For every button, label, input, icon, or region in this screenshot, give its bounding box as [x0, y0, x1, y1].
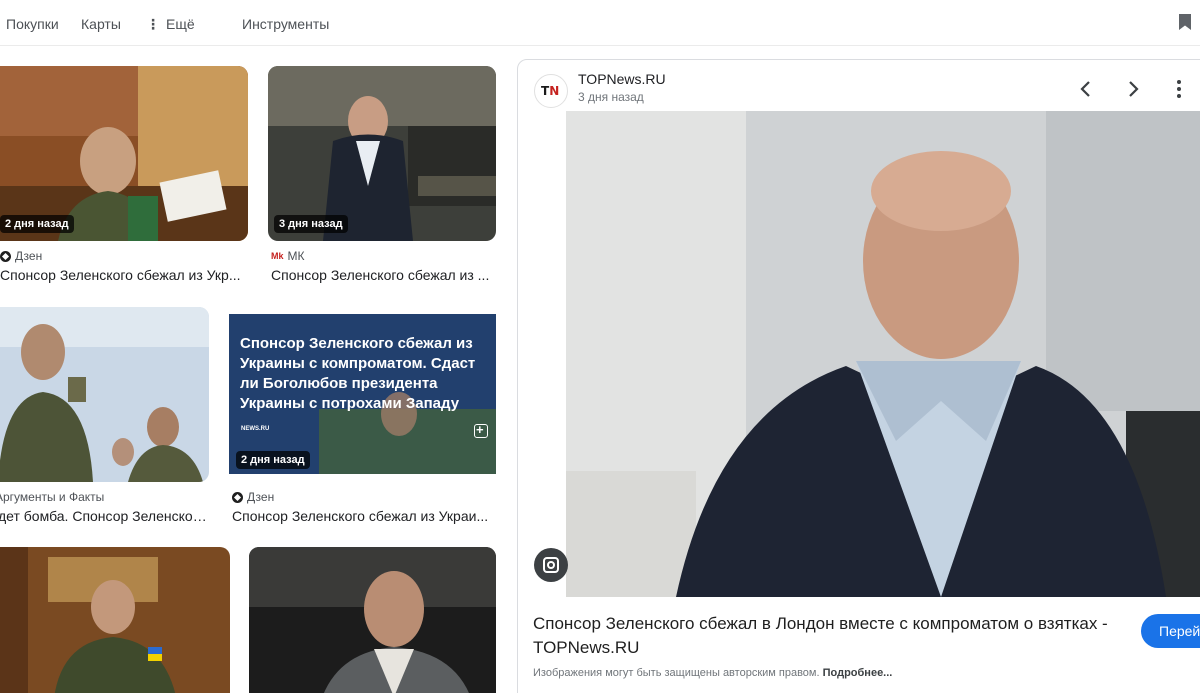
age-badge: 2 дня назад — [0, 215, 74, 233]
source-logo[interactable]: TN — [534, 74, 568, 108]
nav-more[interactable]: ⋮ Ещё — [146, 16, 195, 33]
source-row: Аргументы и Факты — [0, 490, 104, 504]
preview-panel: TN TOPNews.RU 3 дня назад Спонсор Зеленс… — [517, 59, 1200, 693]
source-name: МК — [287, 249, 305, 263]
result-title[interactable]: дет бомба. Спонсор Зеленского... — [0, 508, 208, 524]
nav-tools[interactable]: Инструменты — [242, 16, 329, 32]
panel-date: 3 дня назад — [578, 90, 644, 104]
nav-shopping[interactable]: Покупки — [6, 16, 59, 32]
source-name: Дзен — [247, 490, 275, 504]
mk-icon: Mk — [271, 251, 284, 261]
top-nav: Покупки Карты ⋮ Ещё Инструменты — [0, 0, 1200, 46]
result-thumbnail[interactable] — [0, 547, 230, 693]
result-title[interactable]: Спонсор Зеленского сбежал из ... — [271, 267, 496, 283]
nav-more-label: Ещё — [166, 16, 195, 32]
next-button[interactable] — [1118, 74, 1148, 104]
copyright-note: Изображения могут быть защищены авторски… — [533, 667, 892, 679]
preview-image[interactable] — [566, 111, 1200, 597]
age-badge: 3 дня назад — [274, 215, 348, 233]
more-options-button[interactable] — [1164, 74, 1194, 104]
result-title[interactable]: Спонсор Зеленского сбежал из Украи... — [232, 508, 494, 524]
nav-maps[interactable]: Карты — [81, 16, 121, 32]
visit-button[interactable]: Перей — [1141, 614, 1200, 648]
source-row: Mk МК — [271, 249, 305, 263]
dzen-icon — [232, 491, 243, 503]
prev-button[interactable] — [1071, 74, 1101, 104]
logo-n: N — [549, 84, 560, 98]
result-title[interactable]: Спонсор Зеленского сбежал из Укр... — [0, 267, 245, 283]
result-thumbnail[interactable] — [249, 547, 496, 693]
source-name: Дзен — [15, 249, 43, 263]
thumbnail-badge: NEWS.RU — [241, 426, 270, 432]
chevron-left-icon — [1080, 81, 1090, 97]
bookmark-icon[interactable] — [1178, 13, 1192, 31]
logo-t: T — [541, 84, 550, 98]
result-thumbnail[interactable] — [0, 307, 209, 482]
thumbnail-headline: Спонсор Зеленского сбежал из Украины с к… — [240, 335, 476, 412]
result-thumbnail[interactable]: 3 дня назад — [268, 66, 496, 241]
more-link[interactable]: Подробнее... — [823, 667, 893, 679]
result-thumbnail[interactable]: Спонсор Зеленского сбежал из Украины с к… — [229, 314, 496, 474]
expand-icon — [474, 422, 488, 438]
more-vert-icon — [1177, 80, 1181, 98]
more-dots-icon: ⋮ — [146, 16, 160, 32]
panel-source-name[interactable]: TOPNews.RU — [578, 71, 666, 87]
panel-title[interactable]: Спонсор Зеленского сбежал в Лондон вмест… — [533, 612, 1133, 660]
logo-mark: TN — [541, 84, 559, 98]
result-thumbnail[interactable]: 2 дня назад — [0, 66, 248, 241]
source-row: Дзен — [232, 490, 274, 504]
age-badge: 2 дня назад — [236, 451, 310, 469]
dzen-icon — [0, 250, 11, 262]
chevron-right-icon — [1129, 81, 1139, 97]
source-row: Дзен — [0, 249, 42, 263]
source-name: Аргументы и Факты — [0, 490, 105, 504]
copyright-text: Изображения могут быть защищены авторски… — [533, 667, 820, 679]
lens-button[interactable] — [534, 548, 568, 582]
